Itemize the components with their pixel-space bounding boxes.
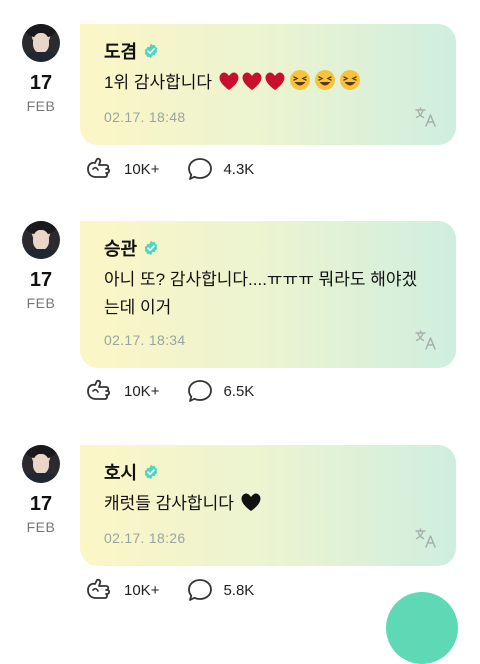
message-bubble[interactable]: 승관 아니 또? 감사합니다....ㅠㅠㅠ 뭐라도 해야겠는데 이거 02.17… (80, 221, 456, 368)
message-text: 아니 또? 감사합니다....ㅠㅠㅠ 뭐라도 해야겠는데 이거 (104, 266, 429, 322)
verified-badge-icon (144, 240, 158, 256)
author-label: 승관 (104, 239, 138, 259)
comment-bubble-icon (188, 158, 213, 180)
post-day: 17 (29, 493, 53, 515)
post-date: 17 FEB (18, 72, 64, 114)
avatar[interactable] (22, 221, 60, 259)
laughing-face-icon (289, 70, 310, 90)
like-button[interactable]: 10K+ (84, 157, 159, 181)
comment-count: 4.3K (223, 160, 255, 178)
like-count: 10K+ (124, 382, 160, 400)
verified-badge-icon (144, 43, 158, 59)
black-heart-icon (241, 493, 261, 511)
like-count: 10K+ (124, 160, 160, 178)
like-button[interactable]: 10K+ (84, 578, 159, 602)
message-body: 아니 또? 감사합니다....ㅠㅠㅠ 뭐라도 해야겠는데 이거 (104, 270, 418, 317)
post-timestamp: 02.17. 18:34 (104, 332, 186, 348)
author-label: 호시 (104, 463, 138, 483)
comment-bubble-icon (188, 380, 213, 402)
post-month: FEB (26, 98, 56, 114)
like-button[interactable]: 10K+ (84, 379, 159, 403)
like-count: 10K+ (124, 581, 160, 599)
message-bubble[interactable]: 도겸 1위 감사합니다 02.17. 18:48 (80, 24, 456, 145)
post-date: 17 FEB (18, 269, 64, 311)
post-month: FEB (26, 295, 56, 311)
comment-button[interactable]: 4.3K (187, 157, 254, 181)
comment-count: 6.5K (223, 382, 255, 400)
translate-icon[interactable] (414, 528, 438, 548)
message-body: 캐럿들 감사합니다 (104, 494, 234, 513)
post-timestamp: 02.17. 18:48 (104, 109, 186, 125)
laughing-face-icon (314, 70, 335, 90)
like-hand-icon (87, 578, 110, 599)
comment-count: 5.8K (223, 581, 255, 599)
avatar[interactable] (22, 24, 60, 62)
laughing-face-icon (339, 70, 360, 90)
author-label: 도겸 (104, 42, 138, 62)
post-actions: 10K+ 4.3K (84, 157, 282, 181)
post-timestamp: 02.17. 18:26 (104, 530, 186, 546)
comment-button[interactable]: 6.5K (187, 379, 254, 403)
post-date: 17 FEB (18, 493, 64, 535)
post-day: 17 (29, 269, 53, 291)
comment-button[interactable]: 5.8K (187, 578, 254, 602)
author-name[interactable]: 호시 (104, 459, 159, 485)
avatar[interactable] (22, 445, 60, 483)
post-month: FEB (26, 519, 56, 535)
author-name[interactable]: 도겸 (104, 38, 159, 64)
verified-badge-icon (144, 464, 158, 480)
like-hand-icon (87, 157, 110, 178)
translate-icon[interactable] (414, 107, 438, 127)
message-body: 1위 감사합니다 (104, 73, 213, 92)
post-actions: 10K+ 5.8K (84, 578, 282, 602)
red-heart-icon (219, 72, 239, 90)
message-text: 1위 감사합니다 (104, 69, 434, 97)
translate-icon[interactable] (414, 330, 438, 350)
message-text: 캐럿들 감사합니다 (104, 490, 434, 518)
author-name[interactable]: 승관 (104, 235, 159, 261)
comment-bubble-icon (188, 579, 213, 601)
message-bubble[interactable]: 호시 캐럿들 감사합니다 02.17. 18:26 (80, 445, 456, 566)
red-heart-icon (265, 72, 285, 90)
floating-action-button[interactable] (386, 592, 458, 664)
like-hand-icon (87, 379, 110, 400)
red-heart-icon (242, 72, 262, 90)
post-actions: 10K+ 6.5K (84, 379, 282, 403)
post-day: 17 (29, 72, 53, 94)
